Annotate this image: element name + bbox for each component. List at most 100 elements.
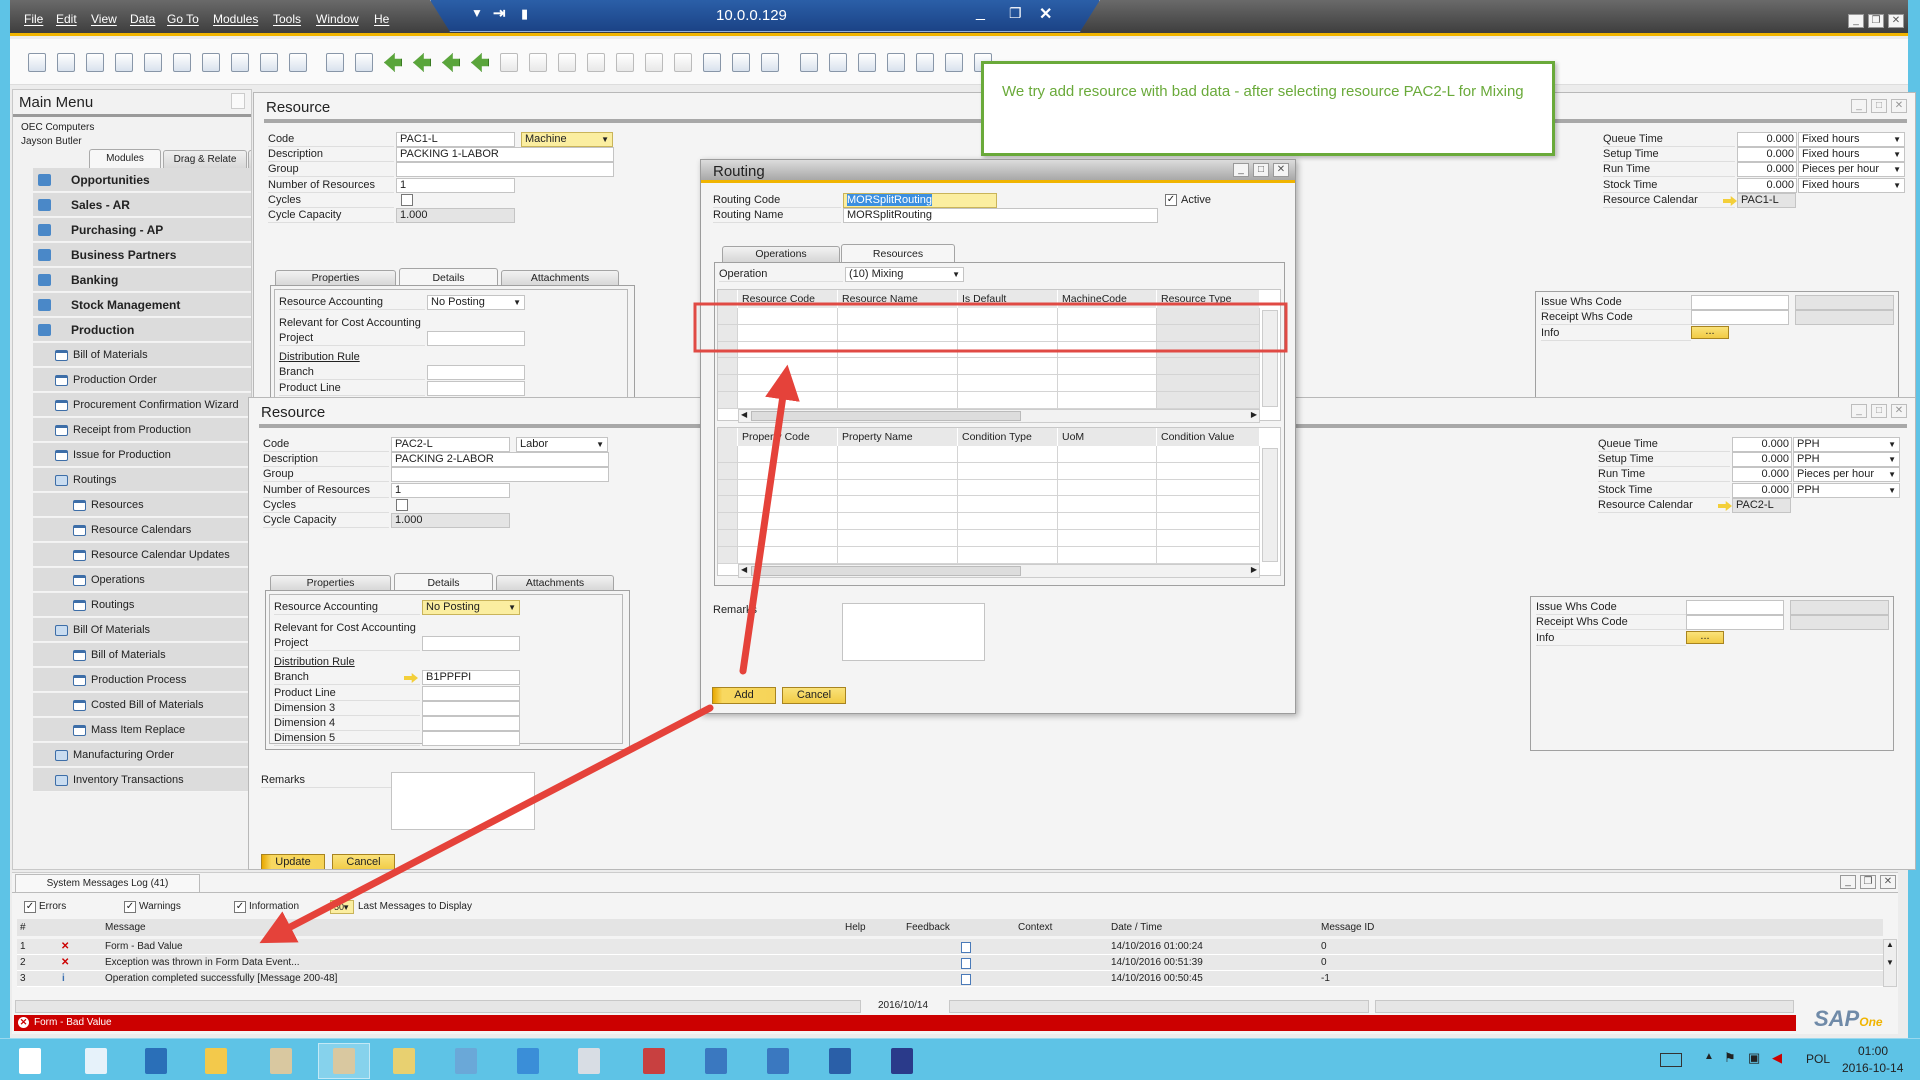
grid-cell[interactable] bbox=[958, 375, 1058, 392]
column-header[interactable]: MachineCode bbox=[1058, 290, 1157, 308]
save-icon[interactable] bbox=[876, 1043, 928, 1079]
base-document-icon[interactable] bbox=[587, 53, 605, 72]
refresh-icon[interactable] bbox=[500, 53, 518, 72]
grid-cell[interactable] bbox=[1058, 341, 1157, 359]
column-header[interactable]: Is Default bbox=[958, 290, 1058, 308]
query-icon[interactable] bbox=[761, 53, 779, 72]
close-button[interactable]: ✕ bbox=[1891, 404, 1907, 418]
grid-cell[interactable] bbox=[838, 358, 958, 376]
row-number-cell[interactable] bbox=[718, 479, 738, 497]
tools-icon[interactable] bbox=[378, 1043, 430, 1079]
layout-designer-icon[interactable] bbox=[703, 53, 721, 72]
message-icon[interactable] bbox=[916, 53, 934, 72]
feedback-icon[interactable] bbox=[961, 974, 971, 985]
column-header[interactable]: Context bbox=[1018, 919, 1052, 936]
row-number-cell[interactable] bbox=[718, 513, 738, 530]
grid-cell[interactable] bbox=[838, 446, 958, 463]
scrollbar-thumb[interactable] bbox=[751, 565, 1021, 576]
menu-edit[interactable]: Edit bbox=[56, 12, 77, 26]
file-explorer-icon[interactable] bbox=[190, 1043, 242, 1079]
next-record-icon[interactable] bbox=[442, 53, 460, 72]
maximize-button[interactable]: □ bbox=[1871, 99, 1887, 113]
update-button[interactable]: Update bbox=[261, 854, 325, 869]
grid-cell[interactable] bbox=[1157, 375, 1260, 392]
dimension-4-input[interactable] bbox=[422, 716, 520, 731]
operation-select[interactable]: (10) Mixing ▼ bbox=[845, 267, 964, 282]
main-menu-item[interactable]: Bill of Materials bbox=[33, 343, 251, 367]
clock-date[interactable]: 2016-10-14 bbox=[1842, 1061, 1903, 1075]
grid-cell[interactable] bbox=[958, 341, 1058, 359]
main-menu-item[interactable]: Resource Calendar Updates bbox=[33, 543, 251, 567]
grid-cell[interactable] bbox=[1058, 446, 1157, 463]
column-header[interactable]: # bbox=[20, 919, 26, 936]
time-unit-select[interactable]: Fixed hours ▼ bbox=[1798, 132, 1905, 147]
grid-cell[interactable] bbox=[1157, 358, 1260, 376]
grid-cell[interactable] bbox=[738, 496, 838, 514]
distribution-rule-link[interactable]: Distribution Rule bbox=[279, 350, 360, 365]
column-header[interactable]: Resource Name bbox=[838, 290, 958, 308]
grid-cell[interactable] bbox=[1157, 496, 1260, 514]
cycle-capacity-input[interactable]: 1.000 bbox=[391, 513, 510, 528]
first-record-icon[interactable] bbox=[384, 53, 402, 72]
routing-name-input[interactable]: MORSplitRouting bbox=[843, 208, 1158, 223]
sort-icon[interactable] bbox=[558, 53, 576, 72]
main-menu-item[interactable]: Production bbox=[33, 318, 251, 342]
resource-calendar-input[interactable]: PAC2-L bbox=[1732, 498, 1791, 513]
grid-cell[interactable] bbox=[838, 546, 958, 564]
scroll-up-icon[interactable]: ▲ bbox=[1886, 940, 1894, 949]
column-header[interactable]: Condition Type bbox=[958, 428, 1058, 446]
resource-accounting-select[interactable]: No Posting ▼ bbox=[422, 600, 520, 615]
grid-cell[interactable] bbox=[738, 462, 838, 480]
flag-icon[interactable]: ⚑ bbox=[1724, 1050, 1736, 1066]
issue-whs-input[interactable] bbox=[1691, 295, 1789, 310]
settings-icon[interactable] bbox=[858, 53, 876, 72]
time-value-input[interactable]: 0.000 bbox=[1732, 452, 1792, 467]
scroll-left-icon[interactable]: ◀ bbox=[741, 410, 747, 419]
menu-go-to[interactable]: Go To bbox=[167, 12, 199, 26]
grid-cell[interactable] bbox=[738, 446, 838, 463]
horizontal-scrollbar[interactable]: ◀ ▶ bbox=[738, 408, 1260, 423]
row-number-cell[interactable] bbox=[718, 446, 738, 463]
grid-cell[interactable] bbox=[1058, 358, 1157, 376]
grid-cell[interactable] bbox=[1058, 496, 1157, 514]
restore-remote-button[interactable]: ❐ bbox=[1009, 5, 1022, 22]
time-unit-select[interactable]: Pieces per hour ▼ bbox=[1793, 467, 1900, 482]
grid-cell[interactable] bbox=[1058, 462, 1157, 480]
issue-whs-name[interactable] bbox=[1790, 600, 1889, 615]
lock-icon[interactable] bbox=[289, 53, 307, 72]
main-menu-item[interactable]: Resources bbox=[33, 493, 251, 517]
form-settings-icon[interactable] bbox=[732, 53, 750, 72]
main-menu-item[interactable]: Production Process bbox=[33, 668, 251, 692]
row-number-cell[interactable] bbox=[718, 546, 738, 564]
receipt-whs-name[interactable] bbox=[1790, 615, 1889, 630]
grid-cell[interactable] bbox=[1157, 446, 1260, 463]
issue-whs-input[interactable] bbox=[1686, 600, 1784, 615]
vertical-scrollbar[interactable] bbox=[1262, 448, 1278, 562]
info-button[interactable]: ... bbox=[1686, 631, 1724, 644]
time-value-input[interactable]: 0.000 bbox=[1737, 162, 1797, 177]
main-menu-item[interactable]: Procurement Confirmation Wizard bbox=[33, 393, 251, 417]
messages-log-tab[interactable]: System Messages Log (41) bbox=[15, 874, 200, 893]
main-menu-minimize-button[interactable] bbox=[231, 93, 245, 109]
time-unit-select[interactable]: Fixed hours ▼ bbox=[1798, 178, 1905, 193]
receipt-whs-input[interactable] bbox=[1691, 310, 1789, 325]
time-value-input[interactable]: 0.000 bbox=[1737, 178, 1797, 193]
row-number-cell[interactable] bbox=[718, 308, 738, 325]
main-menu-item[interactable]: Stock Management bbox=[33, 293, 251, 317]
cancel-button[interactable]: Cancel bbox=[782, 687, 846, 704]
new-document-icon[interactable] bbox=[829, 53, 847, 72]
scroll-left-icon[interactable]: ◀ bbox=[741, 565, 747, 574]
group-input[interactable] bbox=[391, 467, 609, 482]
minimize-button[interactable]: _ bbox=[1840, 875, 1856, 889]
grid-cell[interactable] bbox=[1157, 479, 1260, 497]
close-button[interactable]: ✕ bbox=[1273, 163, 1289, 177]
routing-code-input[interactable]: MORSplitRouting bbox=[843, 193, 997, 208]
message-row[interactable]: 1 ✕ Form - Bad Value 14/10/2016 01:00:24 0 bbox=[17, 939, 1883, 955]
close-remote-button[interactable]: ✕ bbox=[1039, 4, 1052, 24]
volume-icon[interactable]: ◀ bbox=[1772, 1050, 1782, 1066]
grid-cell[interactable] bbox=[838, 479, 958, 497]
grid-cell[interactable] bbox=[1157, 341, 1260, 359]
control-panel-icon[interactable] bbox=[440, 1043, 492, 1079]
receipt-whs-input[interactable] bbox=[1686, 615, 1784, 630]
menu-window[interactable]: Window bbox=[316, 12, 359, 26]
